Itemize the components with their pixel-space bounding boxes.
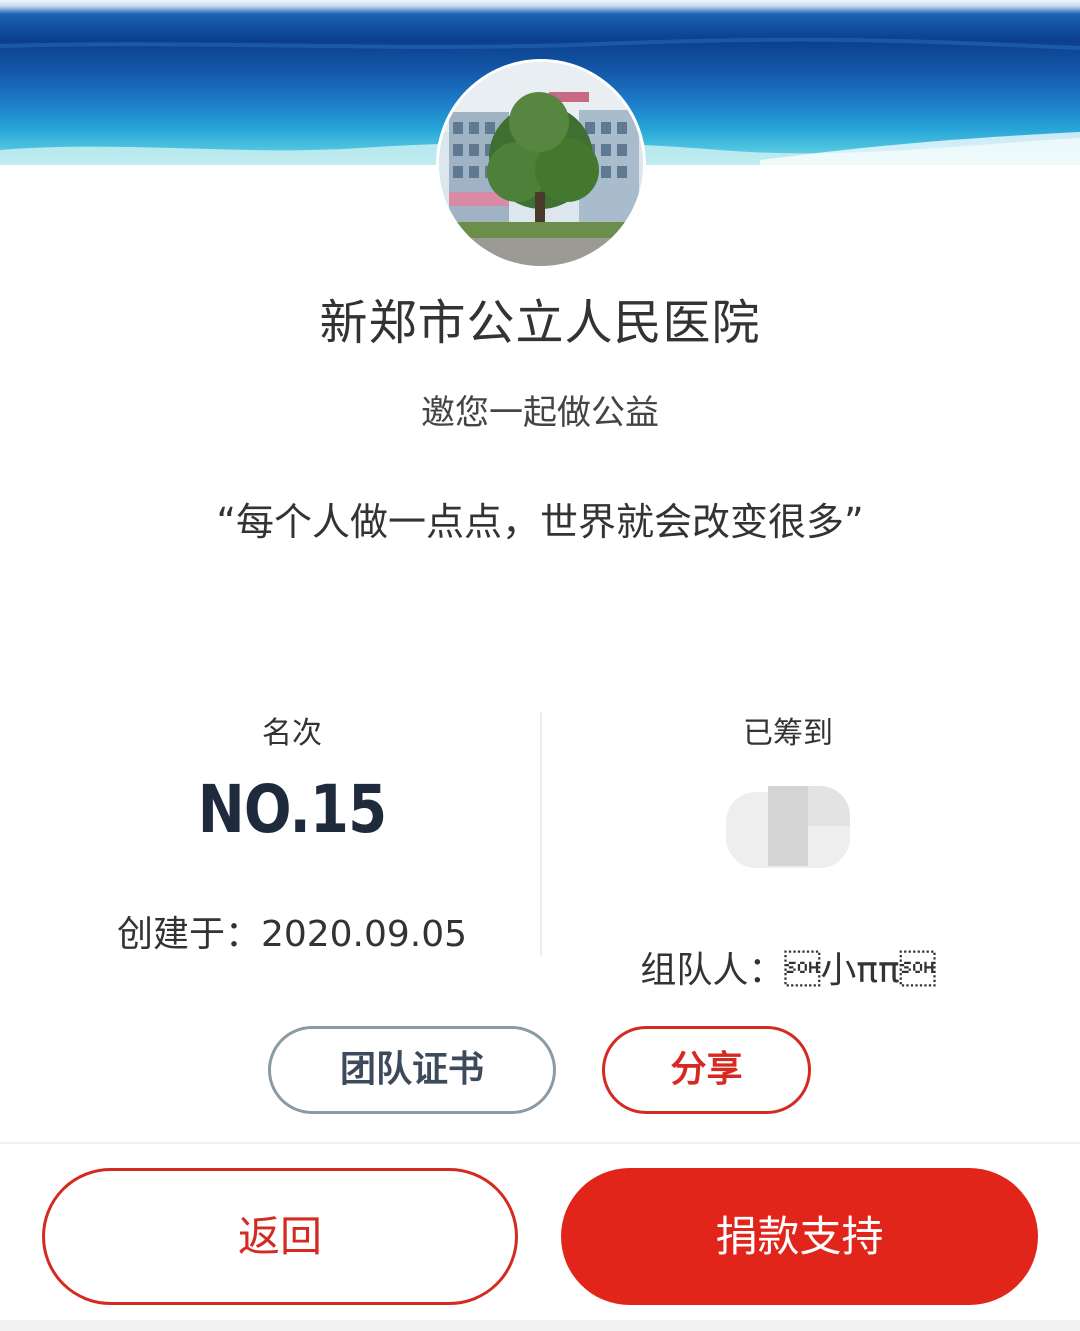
team-certificate-button[interactable]: 团队证书 xyxy=(268,1026,556,1114)
rank-value: NO.15 xyxy=(197,771,387,848)
raised-label: 已筹到 xyxy=(743,716,833,751)
footer-divider xyxy=(0,1142,1080,1144)
back-button[interactable]: 返回 xyxy=(42,1168,518,1305)
organizer-name: 组队人：小ππ xyxy=(640,950,936,991)
team-page: 新郑市公立人民医院 邀您一起做公益 “每个人做一点点，世界就会改变很多” 名次 … xyxy=(0,0,1080,1331)
created-date: 创建于：2020.09.05 xyxy=(116,914,468,955)
raised-stat: 已筹到 组队人：小ππ xyxy=(518,712,1058,996)
share-button[interactable]: 分享 xyxy=(602,1026,811,1114)
rank-label: 名次 xyxy=(262,716,322,751)
raised-amount-blurred xyxy=(726,786,850,868)
donate-button[interactable]: 捐款支持 xyxy=(561,1168,1038,1305)
org-name: 新郑市公立人民医院 xyxy=(319,295,761,351)
hospital-avatar xyxy=(439,62,643,266)
invite-text: 邀您一起做公益 xyxy=(421,393,659,433)
bottom-strip xyxy=(0,1320,1080,1331)
slogan-text: “每个人做一点点，世界就会改变很多” xyxy=(216,500,864,544)
rank-stat: 名次 NO.15 创建于：2020.09.05 xyxy=(22,712,562,960)
